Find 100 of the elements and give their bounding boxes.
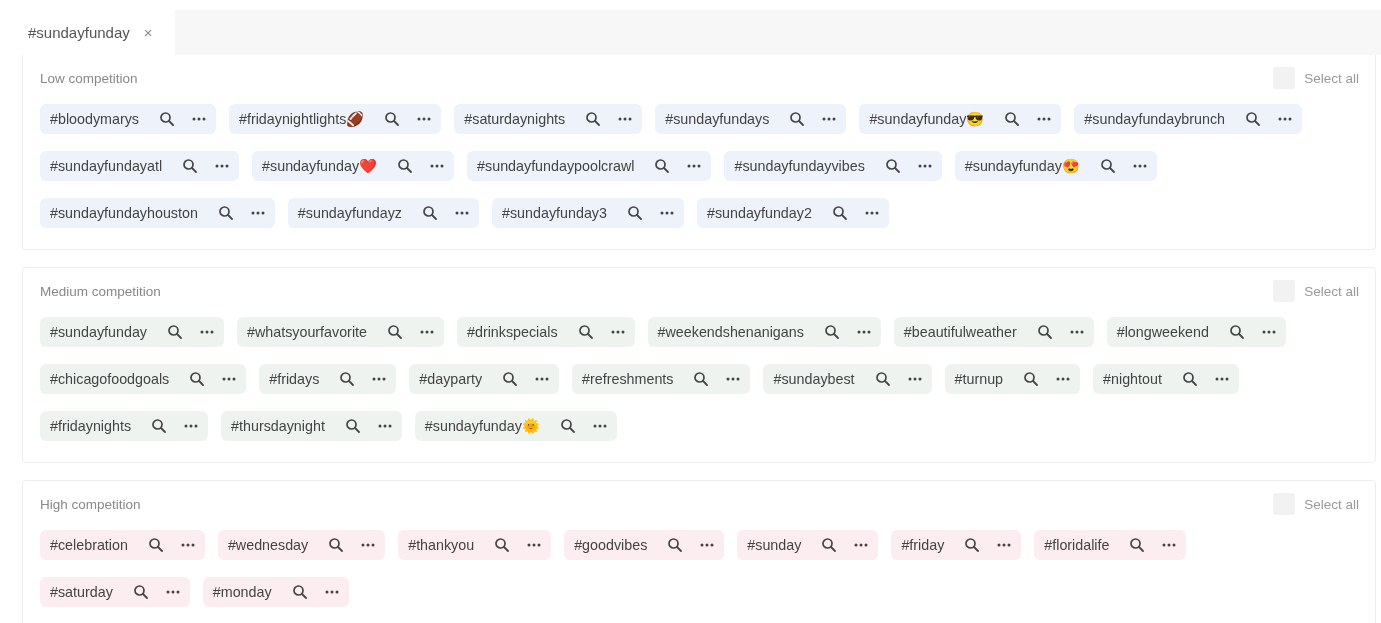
more-icon[interactable] (215, 164, 230, 168)
more-icon[interactable] (324, 590, 339, 594)
search-icon[interactable] (667, 537, 684, 553)
search-icon[interactable] (585, 111, 602, 127)
hashtag-chip[interactable]: #saturdaynights (454, 104, 643, 134)
more-icon[interactable] (687, 164, 702, 168)
hashtag-chip[interactable]: #sundayfundayatl (40, 151, 240, 181)
more-icon[interactable] (726, 377, 741, 381)
search-icon[interactable] (626, 205, 643, 221)
search-icon[interactable] (884, 158, 901, 174)
hashtag-chip[interactable]: #sundayfunday😎 (859, 104, 1062, 134)
more-icon[interactable] (535, 377, 550, 381)
search-icon[interactable] (1023, 371, 1040, 387)
search-icon[interactable] (422, 205, 438, 221)
search-icon[interactable] (147, 537, 164, 553)
search-icon[interactable] (874, 371, 891, 387)
search-icon[interactable] (693, 371, 710, 387)
search-icon[interactable] (397, 158, 414, 174)
search-icon[interactable] (821, 537, 838, 553)
search-icon[interactable] (159, 111, 175, 127)
hashtag-chip[interactable]: #dayparty (409, 364, 560, 394)
hashtag-chip[interactable]: #sundayfunday😍 (954, 151, 1157, 181)
hashtag-chip[interactable]: #sundayfunday❤ (252, 151, 455, 181)
hashtag-chip[interactable]: #celebration (40, 530, 205, 560)
more-icon[interactable] (610, 330, 625, 334)
hashtag-chip[interactable]: #sundayfunday3 (492, 198, 684, 228)
search-icon[interactable] (1181, 371, 1198, 387)
more-icon[interactable] (372, 377, 387, 381)
search-icon[interactable] (132, 584, 149, 600)
search-icon[interactable] (1004, 111, 1021, 127)
search-icon[interactable] (1245, 111, 1262, 127)
hashtag-chip[interactable]: #floridalife (1034, 530, 1187, 560)
search-icon[interactable] (291, 584, 308, 600)
more-icon[interactable] (1037, 117, 1052, 121)
more-icon[interactable] (917, 164, 932, 168)
search-icon[interactable] (217, 205, 234, 221)
hashtag-chip[interactable]: #sundayfundayvibes (724, 151, 942, 181)
hashtag-chip[interactable]: #bloodymarys (40, 104, 216, 134)
more-icon[interactable] (222, 377, 237, 381)
hashtag-chip[interactable]: #sundayfundayhouston (40, 198, 275, 228)
hashtag-chip[interactable]: #fridaynightlights🏈 (229, 104, 442, 134)
search-icon[interactable] (167, 324, 183, 340)
more-icon[interactable] (700, 543, 715, 547)
more-icon[interactable] (417, 117, 432, 121)
search-icon[interactable] (494, 537, 511, 553)
hashtag-chip[interactable]: #sundayfunday🌞 (414, 411, 617, 441)
search-icon[interactable] (577, 324, 594, 340)
more-icon[interactable] (165, 590, 180, 594)
more-icon[interactable] (250, 211, 265, 215)
search-icon[interactable] (789, 111, 806, 127)
search-icon[interactable] (1099, 158, 1116, 174)
more-icon[interactable] (361, 543, 376, 547)
close-icon[interactable]: × (143, 24, 153, 41)
more-icon[interactable] (1056, 377, 1071, 381)
more-icon[interactable] (1069, 330, 1084, 334)
more-icon[interactable] (592, 424, 607, 428)
more-icon[interactable] (1214, 377, 1229, 381)
more-icon[interactable] (455, 211, 469, 215)
more-icon[interactable] (377, 424, 392, 428)
hashtag-chip[interactable]: #weekendshenanigans (647, 317, 881, 347)
search-icon[interactable] (502, 371, 519, 387)
search-icon[interactable] (964, 537, 981, 553)
search-icon[interactable] (344, 418, 361, 434)
more-icon[interactable] (856, 330, 871, 334)
more-icon[interactable] (200, 330, 214, 334)
more-icon[interactable] (997, 543, 1012, 547)
hashtag-chip[interactable]: #sundayfundayz (287, 198, 479, 228)
more-icon[interactable] (1278, 117, 1293, 121)
hashtag-chip[interactable]: #nightout (1093, 364, 1239, 394)
hashtag-chip[interactable]: #fridays (259, 364, 397, 394)
search-icon[interactable] (1129, 537, 1146, 553)
hashtag-chip[interactable]: #refreshments (572, 364, 751, 394)
search-icon[interactable] (189, 371, 206, 387)
more-icon[interactable] (864, 211, 879, 215)
more-icon[interactable] (1261, 330, 1276, 334)
hashtag-chip[interactable]: #sundayfundaypoolcrawl (467, 151, 712, 181)
hashtag-chip[interactable]: #goodvibes (564, 530, 725, 560)
hashtag-chip[interactable]: #sunday (737, 530, 879, 560)
search-icon[interactable] (182, 158, 199, 174)
hashtag-chip[interactable]: #drinkspecials (457, 317, 635, 347)
search-icon[interactable] (1036, 324, 1053, 340)
more-icon[interactable] (854, 543, 869, 547)
hashtag-chip[interactable]: #sundaybest (763, 364, 932, 394)
hashtag-chip[interactable]: #saturday (40, 577, 190, 607)
search-icon[interactable] (559, 418, 576, 434)
more-icon[interactable] (618, 117, 633, 121)
more-icon[interactable] (1162, 543, 1177, 547)
hashtag-chip[interactable]: #thankyou (398, 530, 552, 560)
hashtag-tab[interactable]: #sundayfunday × (10, 10, 175, 55)
hashtag-chip[interactable]: #chicagofoodgoals (40, 364, 247, 394)
more-icon[interactable] (1132, 164, 1147, 168)
search-icon[interactable] (823, 324, 840, 340)
search-icon[interactable] (831, 205, 848, 221)
search-icon[interactable] (1228, 324, 1245, 340)
search-icon[interactable] (654, 158, 671, 174)
more-icon[interactable] (907, 377, 922, 381)
hashtag-chip[interactable]: #turnup (944, 364, 1081, 394)
more-icon[interactable] (527, 543, 542, 547)
more-icon[interactable] (184, 424, 199, 428)
hashtag-chip[interactable]: #sundayfundaybrunch (1074, 104, 1303, 134)
